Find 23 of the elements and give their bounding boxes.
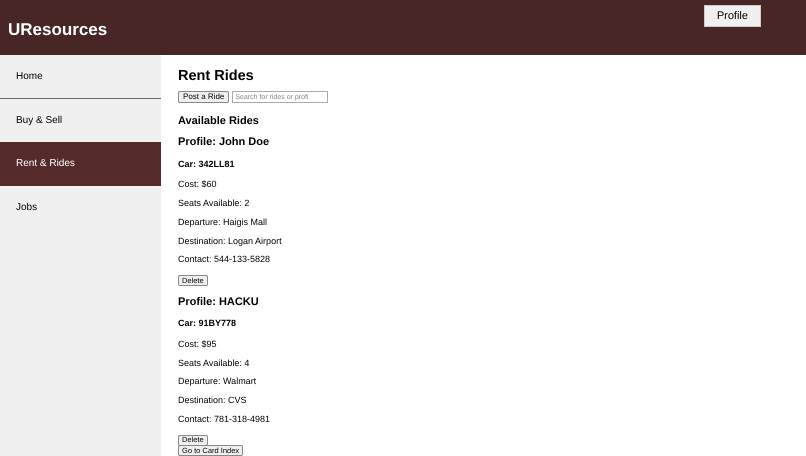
ride-detail: Seats Available: 4: [178, 356, 250, 370]
app-title: UResources: [8, 19, 108, 41]
ride-detail: Destination: Logan Airport: [178, 234, 282, 248]
profile-button[interactable]: Profile: [704, 5, 761, 27]
page-title: Rent Rides: [178, 67, 254, 86]
profile-heading: Profile: John Doe: [178, 135, 270, 150]
car-heading: Car: 342LL81: [178, 158, 235, 171]
ride-detail: Contact: 544-133-5828: [178, 253, 270, 266]
sidebar-item[interactable]: Home: [0, 55, 161, 98]
ride-detail: Seats Available: 2: [178, 196, 250, 210]
sidebar-item[interactable]: Rent & Rides: [0, 142, 161, 186]
ride-detail: Departure: Haigis Mall: [178, 216, 268, 229]
post-ride-button[interactable]: Post a Ride: [178, 91, 230, 103]
section-title: Available Rides: [178, 114, 259, 129]
sidebar-item[interactable]: Jobs: [0, 186, 161, 229]
ride-detail: Departure: Walmart: [178, 375, 256, 388]
ride-detail: Cost: $95: [178, 338, 217, 351]
sidebar-item[interactable]: Buy & Sell: [0, 98, 161, 142]
car-heading: Car: 91BY778: [178, 317, 236, 330]
profile-heading: Profile: HACKU: [178, 295, 259, 310]
ride-detail: Cost: $60: [178, 178, 217, 192]
ride-detail: Contact: 781-318-4981: [178, 413, 270, 426]
ride-detail: Destination: CVS: [178, 394, 247, 408]
